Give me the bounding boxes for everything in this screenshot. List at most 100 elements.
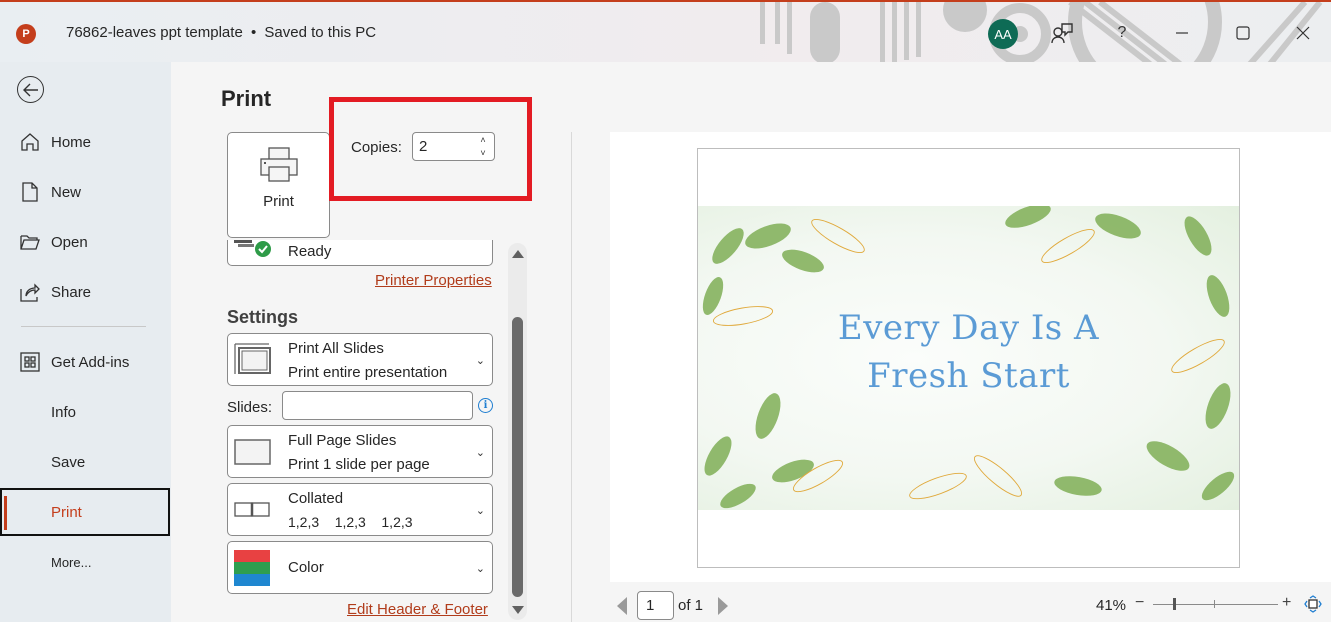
color-dropdown[interactable]: Color ⌄ <box>227 541 493 594</box>
document-title: 76862-leaves ppt template • Saved to thi… <box>66 24 376 41</box>
print-range-dropdown[interactable]: Print All Slides Print entire presentati… <box>227 333 493 386</box>
zoom-out-button[interactable]: − <box>1135 594 1144 612</box>
sidebar-item-print[interactable]: Print <box>0 488 170 536</box>
sidebar-item-new[interactable]: New <box>0 168 171 216</box>
collation-description: 1,2,3 1,2,3 1,2,3 <box>288 514 413 530</box>
title-bar: P 76862-leaves ppt template • Saved to t… <box>0 0 1331 62</box>
print-preview: Every Day Is A Fresh Start <box>610 132 1331 582</box>
pane-divider <box>571 132 572 622</box>
collation-value: Collated <box>288 490 344 507</box>
chevron-down-icon: ⌄ <box>475 563 485 575</box>
slide-title-line-2: Fresh Start <box>867 356 1070 396</box>
preview-page: Every Day Is A Fresh Start <box>697 148 1240 568</box>
info-icon[interactable]: i <box>478 398 493 413</box>
feedback-button[interactable] <box>1047 18 1077 48</box>
print-range-value: Print All Slides <box>288 340 384 357</box>
sidebar-item-more[interactable]: More... <box>0 538 171 586</box>
print-range-description: Print entire presentation <box>288 364 448 381</box>
next-page-icon[interactable] <box>718 597 728 615</box>
minimize-icon <box>1176 32 1188 34</box>
slide-title: Every Day Is A Fresh Start <box>698 304 1239 400</box>
zoom-in-button[interactable]: + <box>1282 594 1291 612</box>
help-button[interactable]: ? <box>1107 18 1137 48</box>
all-slides-icon <box>234 343 271 374</box>
maximize-icon <box>1236 26 1250 40</box>
user-avatar[interactable]: AA <box>988 19 1018 49</box>
copies-highlight-annotation <box>329 97 532 201</box>
printer-properties-link[interactable]: Printer Properties <box>375 272 492 289</box>
printer-select[interactable]: Ready <box>227 240 493 266</box>
sidebar-item-info[interactable]: Info <box>0 388 171 436</box>
sidebar-item-home[interactable]: Home <box>0 118 171 166</box>
share-icon <box>19 281 41 303</box>
sidebar-item-label: Home <box>51 133 92 151</box>
close-icon <box>1296 26 1310 40</box>
zoom-slider-track[interactable] <box>1153 604 1278 605</box>
zoom-to-page-icon[interactable] <box>1304 595 1322 613</box>
sidebar-item-label: Get Add-ins <box>51 353 130 371</box>
zoom-level[interactable]: 41% <box>1096 597 1126 614</box>
scroll-down-icon[interactable] <box>512 606 524 614</box>
scroll-up-icon[interactable] <box>512 250 524 258</box>
help-icon: ? <box>1117 24 1127 41</box>
collated-icon <box>234 502 270 517</box>
edit-header-footer-link[interactable]: Edit Header & Footer <box>347 601 488 618</box>
zoom-slider-thumb[interactable] <box>1173 598 1176 610</box>
home-icon <box>19 131 41 153</box>
add-ins-icon <box>19 351 41 373</box>
collation-dropdown[interactable]: Collated 1,2,3 1,2,3 1,2,3 ⌄ <box>227 483 493 536</box>
sidebar-item-label: New <box>51 183 82 201</box>
settings-scrollbar[interactable] <box>508 243 527 620</box>
settings-heading: Settings <box>227 307 299 327</box>
backstage-sidebar: Home New Open Share Get Add-ins Info Sav… <box>0 62 171 622</box>
print-button[interactable]: Print <box>227 132 330 238</box>
slides-label: Slides: <box>227 399 273 416</box>
sidebar-item-label: More... <box>51 554 92 570</box>
chevron-down-icon: ⌄ <box>475 447 485 459</box>
page-count: of 1 <box>678 597 704 614</box>
sidebar-item-label: Share <box>51 283 92 301</box>
slide-preview: Every Day Is A Fresh Start <box>698 206 1239 510</box>
color-value: Color <box>288 559 324 576</box>
printer-status: Ready <box>288 243 332 260</box>
full-page-slide-icon <box>234 439 271 465</box>
previous-page-icon[interactable] <box>617 597 627 615</box>
slides-input[interactable] <box>282 391 473 420</box>
chevron-down-icon: ⌄ <box>475 355 485 367</box>
layout-value: Full Page Slides <box>288 432 397 449</box>
title-separator: • <box>250 24 257 41</box>
close-button[interactable] <box>1288 18 1318 48</box>
slide-title-line-1: Every Day Is A <box>837 308 1100 348</box>
new-document-icon <box>19 181 41 203</box>
chevron-down-icon: ⌄ <box>475 505 485 517</box>
feedback-icon <box>1051 23 1073 44</box>
scrollbar-thumb[interactable] <box>512 317 523 597</box>
back-arrow-icon <box>22 83 38 96</box>
sidebar-item-open[interactable]: Open <box>0 218 171 266</box>
document-name: 76862-leaves ppt template <box>66 24 243 41</box>
printer-ready-icon <box>234 240 271 257</box>
layout-description: Print 1 slide per page <box>288 456 430 473</box>
back-button[interactable] <box>17 76 44 103</box>
sidebar-item-label: Info <box>51 403 77 421</box>
save-status: Saved to this PC <box>264 24 377 41</box>
layout-dropdown[interactable]: Full Page Slides Print 1 slide per page … <box>227 425 493 478</box>
zoom-slider-midpoint <box>1214 600 1215 608</box>
sidebar-item-label: Print <box>51 503 82 521</box>
page-title: Print <box>221 86 272 111</box>
powerpoint-logo-icon: P <box>16 24 36 44</box>
print-button-label: Print <box>263 193 294 210</box>
printer-icon <box>259 147 298 182</box>
maximize-button[interactable] <box>1228 18 1258 48</box>
print-pane: Print Print Copies: ˄ ˅ Ready Printer Pr… <box>171 62 1331 622</box>
sidebar-divider <box>21 326 146 327</box>
folder-open-icon <box>19 231 41 253</box>
sidebar-item-label: Save <box>51 453 86 471</box>
sidebar-item-share[interactable]: Share <box>0 268 171 316</box>
color-swatch-icon <box>234 550 270 586</box>
page-number-input[interactable] <box>637 591 674 620</box>
sidebar-item-get-add-ins[interactable]: Get Add-ins <box>0 338 171 386</box>
sidebar-item-label: Open <box>51 233 88 251</box>
minimize-button[interactable] <box>1167 18 1197 48</box>
sidebar-item-save[interactable]: Save <box>0 438 171 486</box>
